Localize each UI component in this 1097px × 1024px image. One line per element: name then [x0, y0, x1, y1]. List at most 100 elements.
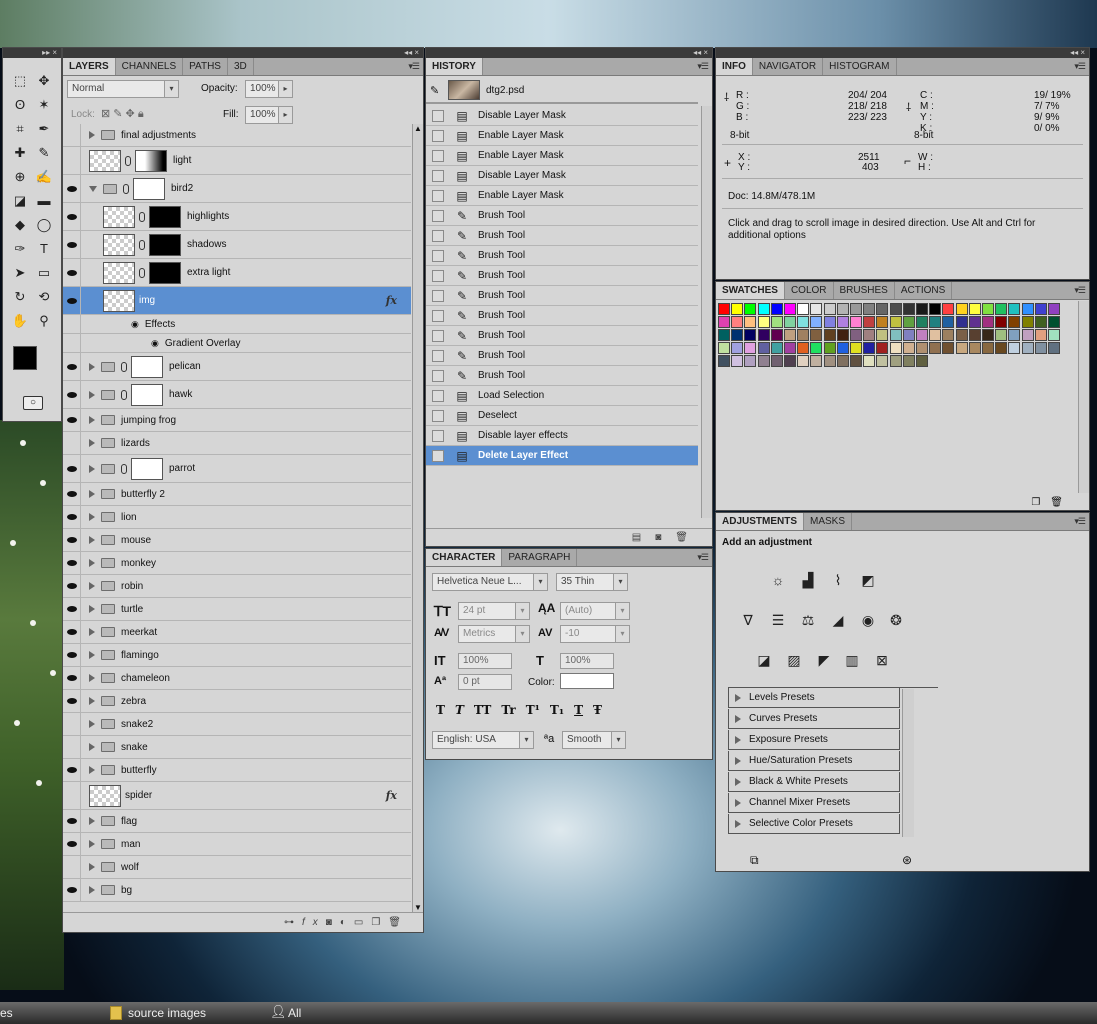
black-white-icon[interactable]: ◢ [826, 609, 850, 631]
color-swatch[interactable] [810, 342, 823, 354]
visibility-eye-icon[interactable] [63, 203, 81, 230]
preset-item[interactable]: Exposure Presets [728, 730, 900, 750]
type-style-button[interactable]: T¹ [526, 703, 540, 719]
baseline-shift-field[interactable]: 0 pt [458, 674, 512, 690]
font-family-dropdown[interactable]: Helvetica Neue L... ▾ [432, 573, 548, 591]
expand-triangle-icon[interactable] [735, 693, 741, 702]
tab-masks[interactable]: MASKS [804, 513, 853, 530]
color-swatch[interactable] [850, 355, 862, 367]
color-swatch[interactable] [916, 355, 928, 367]
panel-menu-icon[interactable]: ▾☰ [697, 61, 709, 72]
color-swatch[interactable] [929, 342, 942, 354]
quick-mask-icon[interactable]: ○ [23, 396, 43, 410]
color-swatch[interactable] [784, 342, 796, 354]
color-swatch[interactable] [797, 303, 810, 315]
color-swatch[interactable] [836, 316, 849, 328]
expand-triangle-icon[interactable] [89, 766, 95, 774]
tab-character[interactable]: CHARACTER [426, 549, 503, 566]
color-swatch[interactable] [770, 316, 783, 328]
history-source-checkbox[interactable] [432, 109, 444, 122]
font-size-field[interactable]: 24 pt ▾ [458, 602, 530, 620]
color-swatch[interactable] [889, 329, 902, 341]
layer-row[interactable]: extra light [63, 259, 411, 287]
tab-channels[interactable]: CHANNELS [116, 58, 184, 75]
dodge-tool-icon[interactable]: ◯ [33, 214, 55, 236]
layer-row[interactable]: flamingo [63, 644, 411, 667]
effect-eye-icon[interactable]: ◉ [151, 338, 159, 349]
color-swatch[interactable] [718, 355, 730, 367]
color-swatch[interactable] [942, 303, 955, 315]
visibility-eye-icon[interactable] [63, 879, 81, 901]
history-source-checkbox[interactable] [432, 449, 444, 462]
visibility-eye-icon[interactable] [63, 552, 81, 574]
link-chain-icon[interactable] [125, 155, 131, 166]
presets-scrollbar[interactable] [902, 689, 914, 837]
layer-row[interactable]: butterfly 2 [63, 483, 411, 506]
panel-menu-icon[interactable]: ▾☰ [1074, 285, 1086, 296]
link-layers-icon[interactable]: ⊶ [284, 917, 302, 928]
color-swatch[interactable] [784, 303, 796, 315]
expand-triangle-icon[interactable] [89, 840, 95, 848]
type-style-button[interactable]: T₁ [550, 703, 564, 719]
color-swatch[interactable] [810, 316, 823, 328]
visibility-eye-icon[interactable] [63, 833, 81, 855]
color-swatch[interactable] [1048, 303, 1060, 315]
visibility-eye-icon[interactable] [63, 713, 81, 735]
history-source-checkbox[interactable] [432, 269, 444, 282]
color-swatch[interactable] [995, 329, 1008, 341]
history-state[interactable]: ✎ Brush Tool [426, 266, 698, 286]
visibility-eye-icon[interactable] [63, 231, 81, 258]
color-swatch[interactable] [1034, 342, 1047, 354]
expand-triangle-icon[interactable] [89, 416, 95, 424]
taskbar-item-all[interactable]: All [288, 1006, 301, 1020]
color-swatch[interactable] [757, 355, 770, 367]
preset-item[interactable]: Black & White Presets [728, 772, 900, 792]
layer-row[interactable]: spider fx [63, 782, 411, 810]
panel-menu-icon[interactable]: ▾☰ [408, 61, 420, 72]
visibility-eye-icon[interactable] [63, 759, 81, 781]
color-swatch[interactable] [850, 303, 862, 315]
color-swatch[interactable] [982, 342, 994, 354]
layer-row[interactable]: highlights [63, 203, 411, 231]
visibility-eye-icon[interactable] [63, 175, 81, 202]
camera-icon[interactable]: ◙ [655, 532, 675, 543]
vertical-scale-field[interactable]: 100% [458, 653, 512, 669]
brush-tool-icon[interactable]: ✎ [33, 142, 55, 164]
layer-row[interactable]: robin [63, 575, 411, 598]
expand-triangle-icon[interactable] [735, 714, 741, 723]
layer-mask-thumbnail[interactable] [149, 205, 181, 228]
add-mask-icon[interactable]: ◙ [326, 917, 340, 928]
color-swatch[interactable] [810, 355, 823, 367]
visibility-eye-icon[interactable] [63, 621, 81, 643]
color-swatch[interactable] [955, 329, 968, 341]
color-swatch[interactable] [955, 342, 968, 354]
color-swatch[interactable] [942, 342, 955, 354]
color-swatch[interactable] [784, 329, 796, 341]
history-source-checkbox[interactable] [432, 229, 444, 242]
color-swatch[interactable] [889, 316, 902, 328]
layer-row[interactable]: hawk [63, 381, 411, 409]
color-swatch[interactable] [876, 355, 889, 367]
exposure-icon[interactable]: ◩ [856, 569, 880, 591]
color-swatch[interactable] [1034, 329, 1047, 341]
new-swatch-icon[interactable]: ❐ [1031, 497, 1050, 508]
new-group-icon[interactable]: ▭ [354, 917, 371, 928]
layer-row[interactable]: parrot [63, 455, 411, 483]
expand-triangle-icon[interactable] [735, 756, 741, 765]
trash-icon[interactable]: 🗑︎ [1050, 497, 1073, 508]
tab-color[interactable]: COLOR [785, 282, 834, 299]
type-style-button[interactable]: TT [474, 703, 491, 719]
color-swatch[interactable] [902, 329, 915, 341]
visibility-eye-icon[interactable] [63, 667, 81, 689]
color-swatch[interactable] [1008, 342, 1021, 354]
fx-icon[interactable]: fx [386, 789, 397, 802]
color-swatch[interactable] [797, 342, 810, 354]
tab-info[interactable]: INFO [716, 58, 753, 75]
layer-mask-thumbnail[interactable] [131, 355, 163, 378]
gradient-map-icon[interactable]: ▥ [840, 649, 864, 671]
color-swatch[interactable] [1048, 316, 1060, 328]
layer-row[interactable]: meerkat [63, 621, 411, 644]
curves-icon[interactable]: ⌇ [826, 569, 850, 591]
color-swatch[interactable] [929, 303, 942, 315]
history-source-checkbox[interactable] [432, 309, 444, 322]
